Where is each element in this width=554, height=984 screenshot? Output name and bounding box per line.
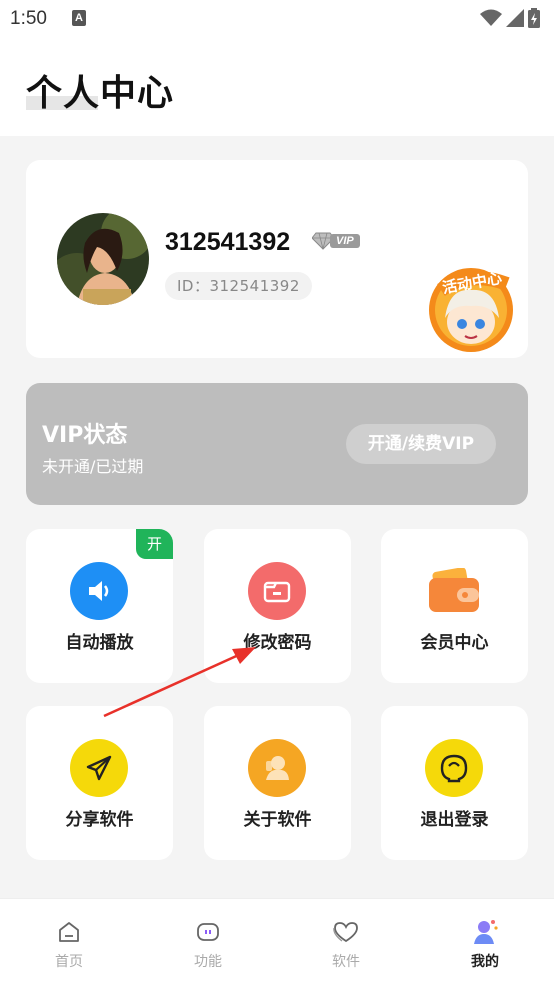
- vip-status-subtitle: 未开通/已过期: [42, 457, 144, 476]
- page-title: 个人中心: [26, 73, 175, 114]
- tile-member-center[interactable]: 会员中心: [381, 529, 528, 683]
- tile-label: 会员中心: [420, 633, 489, 653]
- bottom-nav: 首页 功能 软件 我的: [0, 898, 554, 984]
- username: 312541392: [165, 228, 291, 256]
- person-icon: [248, 739, 306, 797]
- open-vip-button[interactable]: 开通/续费VIP: [346, 424, 496, 464]
- tile-label: 退出登录: [420, 810, 489, 830]
- vip-badge-label: VIP: [330, 234, 360, 248]
- open-tag: 开: [136, 529, 173, 559]
- heart-icon: [306, 917, 386, 947]
- notification-icon: A: [72, 10, 86, 26]
- user-id: ID：312541392: [165, 272, 312, 300]
- profile-icon: [445, 917, 525, 947]
- tile-label: 自动播放: [65, 633, 134, 653]
- tile-label: 分享软件: [65, 810, 134, 830]
- face-icon: [425, 739, 483, 797]
- nav-label: 软件: [332, 954, 360, 970]
- paper-plane-icon: [70, 739, 128, 797]
- speaker-icon: [70, 562, 128, 620]
- tile-logout[interactable]: 退出登录: [381, 706, 528, 860]
- vip-status-title: VIP状态: [42, 423, 128, 448]
- battery-icon: [528, 8, 540, 28]
- nav-item-home[interactable]: 首页: [29, 917, 109, 971]
- vip-status-card: VIP状态 未开通/已过期 开通/续费VIP: [26, 383, 528, 505]
- nav-item-mine[interactable]: 我的: [445, 917, 525, 971]
- tile-change-password[interactable]: 修改密码: [204, 529, 351, 683]
- nav-label: 首页: [55, 954, 83, 970]
- tile-auto-play[interactable]: 自动播放 开: [26, 529, 173, 683]
- vip-badge: VIP: [312, 232, 360, 250]
- home-icon: [29, 917, 109, 947]
- tile-share-app[interactable]: 分享软件: [26, 706, 173, 860]
- tile-label: 关于软件: [243, 810, 312, 830]
- folder-lock-icon: [248, 562, 306, 620]
- nav-label: 功能: [194, 954, 222, 970]
- tile-about-app[interactable]: 关于软件: [204, 706, 351, 860]
- signal-icon: [506, 9, 524, 27]
- status-bar: 1:50 A: [0, 0, 554, 40]
- status-time: 1:50: [10, 8, 47, 29]
- feature-icon: [168, 917, 248, 947]
- nav-label: 我的: [471, 954, 499, 970]
- wifi-icon: [480, 9, 502, 26]
- nav-item-software[interactable]: 软件: [306, 917, 386, 971]
- avatar[interactable]: [57, 213, 149, 305]
- activity-center-badge[interactable]: 活动中心: [423, 260, 519, 356]
- tile-label: 修改密码: [243, 633, 312, 653]
- wallet-icon: [425, 562, 483, 620]
- profile-card[interactable]: 312541392 VIP ID：312541392 活动中心: [26, 160, 528, 358]
- nav-item-features[interactable]: 功能: [168, 917, 248, 971]
- system-icons: [480, 8, 540, 28]
- page-header: 个人中心: [0, 40, 554, 136]
